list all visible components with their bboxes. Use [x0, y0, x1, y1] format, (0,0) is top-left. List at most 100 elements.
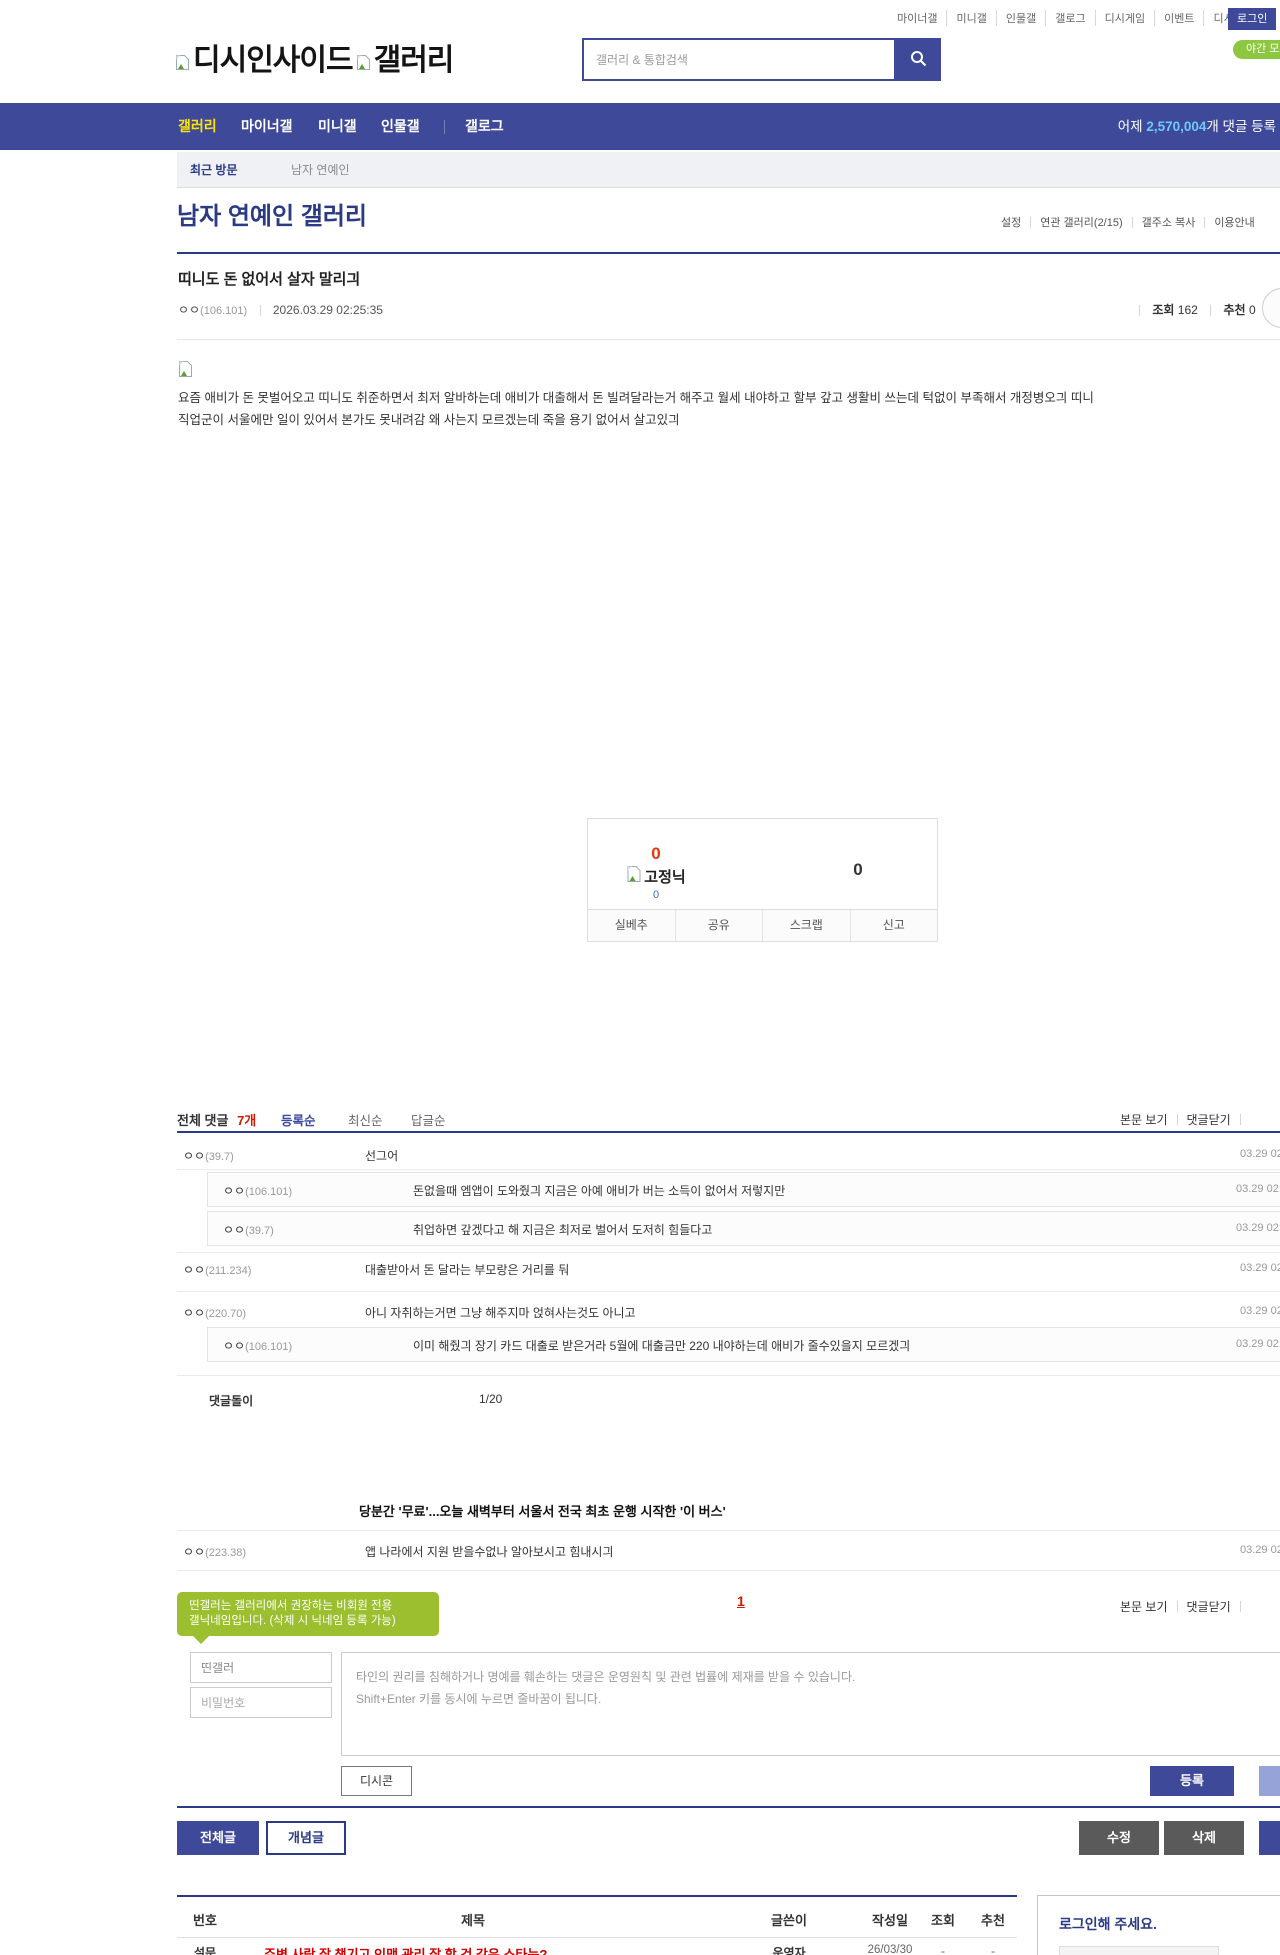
- comment-author: ㅇㅇ(211.234): [183, 1263, 252, 1277]
- comment-divider: [177, 1375, 1280, 1376]
- view-post-link[interactable]: 본문 보기: [1120, 1111, 1168, 1128]
- comment-divider: [177, 1530, 1280, 1531]
- stats-count: 2,570,004: [1146, 119, 1207, 134]
- divider: [1131, 216, 1133, 228]
- topbar-link-minor-gallery[interactable]: 마이너갤: [888, 10, 946, 26]
- recent-visit-label: 최근 방문: [190, 163, 238, 177]
- report-button[interactable]: 신고: [849, 910, 938, 941]
- comment-time: 03.29 02: [1240, 1148, 1280, 1160]
- close-comments-link[interactable]: 댓글닫기: [1187, 1111, 1231, 1128]
- topbar-link-person-gallery[interactable]: 인물갤: [995, 10, 1045, 26]
- comment-total-count: 7개: [237, 1113, 257, 1128]
- board-header-underline: [177, 1937, 1017, 1938]
- divider: [1030, 216, 1032, 228]
- recommend-count: 0: [1248, 303, 1256, 317]
- comment-reply-row: ㅇㅇ(39.7) 취업하면 갚겠다고 해 지금은 최저로 벌어서 도저히 힘들다…: [207, 1211, 1280, 1246]
- nav-item-mini-gallery[interactable]: 미니갤: [318, 103, 357, 150]
- gallery-header-links: 설정 연관 갤러리(2/15) 갤주소 복사 이용안내: [1001, 214, 1255, 230]
- usage-guide-link[interactable]: 이용안내: [1214, 214, 1254, 230]
- main-navbar: 갤러리 마이너갤 미니갤 인물갤 갤로그 어제 2,570,004개 댓글 등록: [0, 103, 1280, 150]
- password-input[interactable]: [190, 1687, 332, 1718]
- news-headline-link[interactable]: 당분간 '무료'...오늘 새벽부터 서울서 전국 최초 운행 시작한 '이 버…: [359, 1501, 726, 1520]
- comment-time: 03.29 02:2: [1236, 1183, 1280, 1195]
- comment-time: 03.29 02: [1240, 1305, 1280, 1317]
- sort-by-registered[interactable]: 등록순: [281, 1110, 316, 1129]
- night-mode-button[interactable]: 야간 모드: [1233, 40, 1280, 59]
- divider: [1239, 1601, 1241, 1612]
- broken-image-icon: [175, 54, 190, 76]
- nav-item-gallery[interactable]: 갤러리: [178, 103, 217, 150]
- comment-time: 03.29 02: [1240, 1544, 1280, 1556]
- copy-gallery-url-link[interactable]: 갤주소 복사: [1142, 214, 1196, 230]
- comment-author: ㅇㅇ(39.7): [183, 1149, 234, 1163]
- sort-by-newest[interactable]: 최신순: [348, 1110, 383, 1129]
- topbar-link-mini-gallery[interactable]: 미니갤: [946, 10, 995, 26]
- comment-page-1[interactable]: 1: [737, 1593, 745, 1609]
- scrap-button[interactable]: 스크랩: [762, 910, 850, 941]
- comment-row: ㅇㅇ(39.7) 선그어 03.29 02: [177, 1144, 1280, 1168]
- post-author: ㅇㅇ: [178, 303, 201, 317]
- related-galleries-link[interactable]: 연관 갤러리(2/15): [1040, 214, 1122, 230]
- close-comments-link[interactable]: 댓글닫기: [1187, 1598, 1231, 1615]
- nav-item-minor-gallery[interactable]: 마이너갤: [241, 103, 293, 150]
- comment-text: 아니 자취하는거면 그냥 해주지마 얹혀사는것도 아니고: [365, 1306, 636, 1320]
- post-title: 띠니도 돈 없어서 살자 말리긔: [178, 271, 361, 288]
- broken-image-icon: [626, 865, 642, 888]
- all-posts-button[interactable]: 전체글: [177, 1821, 259, 1855]
- login-message: 로그인해 주세요.: [1059, 1916, 1157, 1932]
- comment-text: 취업하면 갚겠다고 해 지금은 최저로 벌어서 도저히 힘들다고: [413, 1223, 713, 1237]
- share-button[interactable]: 공유: [674, 910, 763, 941]
- topbar-link-event[interactable]: 이벤트: [1154, 10, 1203, 26]
- comment-text: 대출받아서 돈 달라는 부모랑은 거리를 둬: [365, 1263, 570, 1277]
- comment-author: ㅇㅇ(223.38): [183, 1545, 247, 1559]
- post-body: 요즘 애비가 돈 못벌어오고 띠니도 취준하면서 최저 알바하는데 애비가 대출…: [178, 391, 1094, 427]
- nickname-input[interactable]: [190, 1652, 332, 1683]
- topbar-link-dcgame[interactable]: 디시게임: [1094, 10, 1154, 26]
- recent-visit-gallery[interactable]: 남자 연예인: [291, 152, 350, 188]
- tooltip-line: 갤닉네임입니다. (삭제 시 닉네임 등록 가능): [189, 1615, 396, 1627]
- login-button[interactable]: 로그인: [1228, 8, 1277, 30]
- views-count: 162: [1177, 303, 1198, 317]
- realtime-best-button[interactable]: 실베추: [588, 910, 675, 941]
- search-input[interactable]: [584, 40, 894, 79]
- board-header-title: 제목: [461, 1913, 485, 1928]
- view-post-link[interactable]: 본문 보기: [1120, 1598, 1168, 1615]
- comment-textarea[interactable]: 타인의 권리를 침해하거나 명예를 훼손하는 댓글은 운영원칙 및 관련 법률에…: [341, 1652, 1280, 1756]
- fixed-nick-count: 0: [652, 889, 660, 901]
- comment-author: ㅇㅇ(106.101): [223, 1184, 293, 1198]
- post-tool-button[interactable]: [1262, 288, 1280, 328]
- comment-submit-button-2[interactable]: 등록: [1259, 1766, 1280, 1796]
- delete-button[interactable]: 삭제: [1164, 1821, 1244, 1855]
- board-row-title-link[interactable]: 주변 사람 잘 챙기고 인맥 관리 잘 할 것 같은 스타는?: [264, 1944, 714, 1955]
- edit-button[interactable]: 수정: [1079, 1821, 1159, 1855]
- login-id-input[interactable]: [1059, 1946, 1219, 1955]
- comment-author: ㅇㅇ(106.101): [223, 1339, 293, 1353]
- settings-link[interactable]: 설정: [1001, 214, 1021, 230]
- dccon-button[interactable]: 디시콘: [341, 1766, 412, 1796]
- best-posts-button[interactable]: 개념글: [266, 1821, 346, 1855]
- gallery-title[interactable]: 남자 연예인 갤러리: [177, 196, 367, 231]
- site-logo[interactable]: 디시인사이드 갤러리: [175, 46, 454, 76]
- comment-text: 돈없을때 엠앱이 도와줬긔 지금은 아예 애비가 버는 소득이 없어서 저렇지만: [413, 1184, 786, 1198]
- topbar-link-gallog[interactable]: 갤로그: [1045, 10, 1094, 26]
- sort-by-reply[interactable]: 답글순: [411, 1110, 446, 1129]
- comment-links-bottom: 본문 보기 댓글닫기: [1120, 1598, 1250, 1615]
- write-button[interactable]: 글쓰기: [1259, 1821, 1280, 1855]
- board-row-no: 설문: [193, 1946, 217, 1955]
- comment-author: ㅇㅇ(39.7): [223, 1223, 274, 1237]
- fixed-nick-toggle[interactable]: 고정닉: [588, 865, 724, 888]
- search-icon: [910, 50, 927, 70]
- comment-row: ㅇㅇ(220.70) 아니 자취하는거면 그냥 해주지마 얹혀사는것도 아니고 …: [177, 1301, 1280, 1325]
- search-button[interactable]: [896, 38, 941, 81]
- comment-submit-button[interactable]: 등록: [1150, 1766, 1234, 1796]
- nav-divider: [444, 120, 445, 134]
- comment-text: 앱 나라에서 지원 받을수없나 알아보시고 힘내시긔: [365, 1545, 614, 1559]
- comment-divider: [177, 1570, 1280, 1571]
- comment-row: ㅇㅇ(211.234) 대출받아서 돈 달라는 부모랑은 거리를 둬 03.29…: [177, 1258, 1280, 1282]
- nav-item-person-gallery[interactable]: 인물갤: [381, 103, 420, 150]
- comment-reply-row: ㅇㅇ(106.101) 돈없을때 엠앱이 도와줬긔 지금은 아예 애비가 버는 …: [207, 1172, 1280, 1207]
- nav-item-gallog[interactable]: 갤로그: [465, 103, 504, 150]
- comment-text: 이미 해줬긔 장기 카드 대출로 받은거라 5월에 대출금만 220 내야하는데…: [413, 1339, 911, 1353]
- divider: [1176, 1601, 1178, 1612]
- views-label: 조회: [1152, 303, 1175, 317]
